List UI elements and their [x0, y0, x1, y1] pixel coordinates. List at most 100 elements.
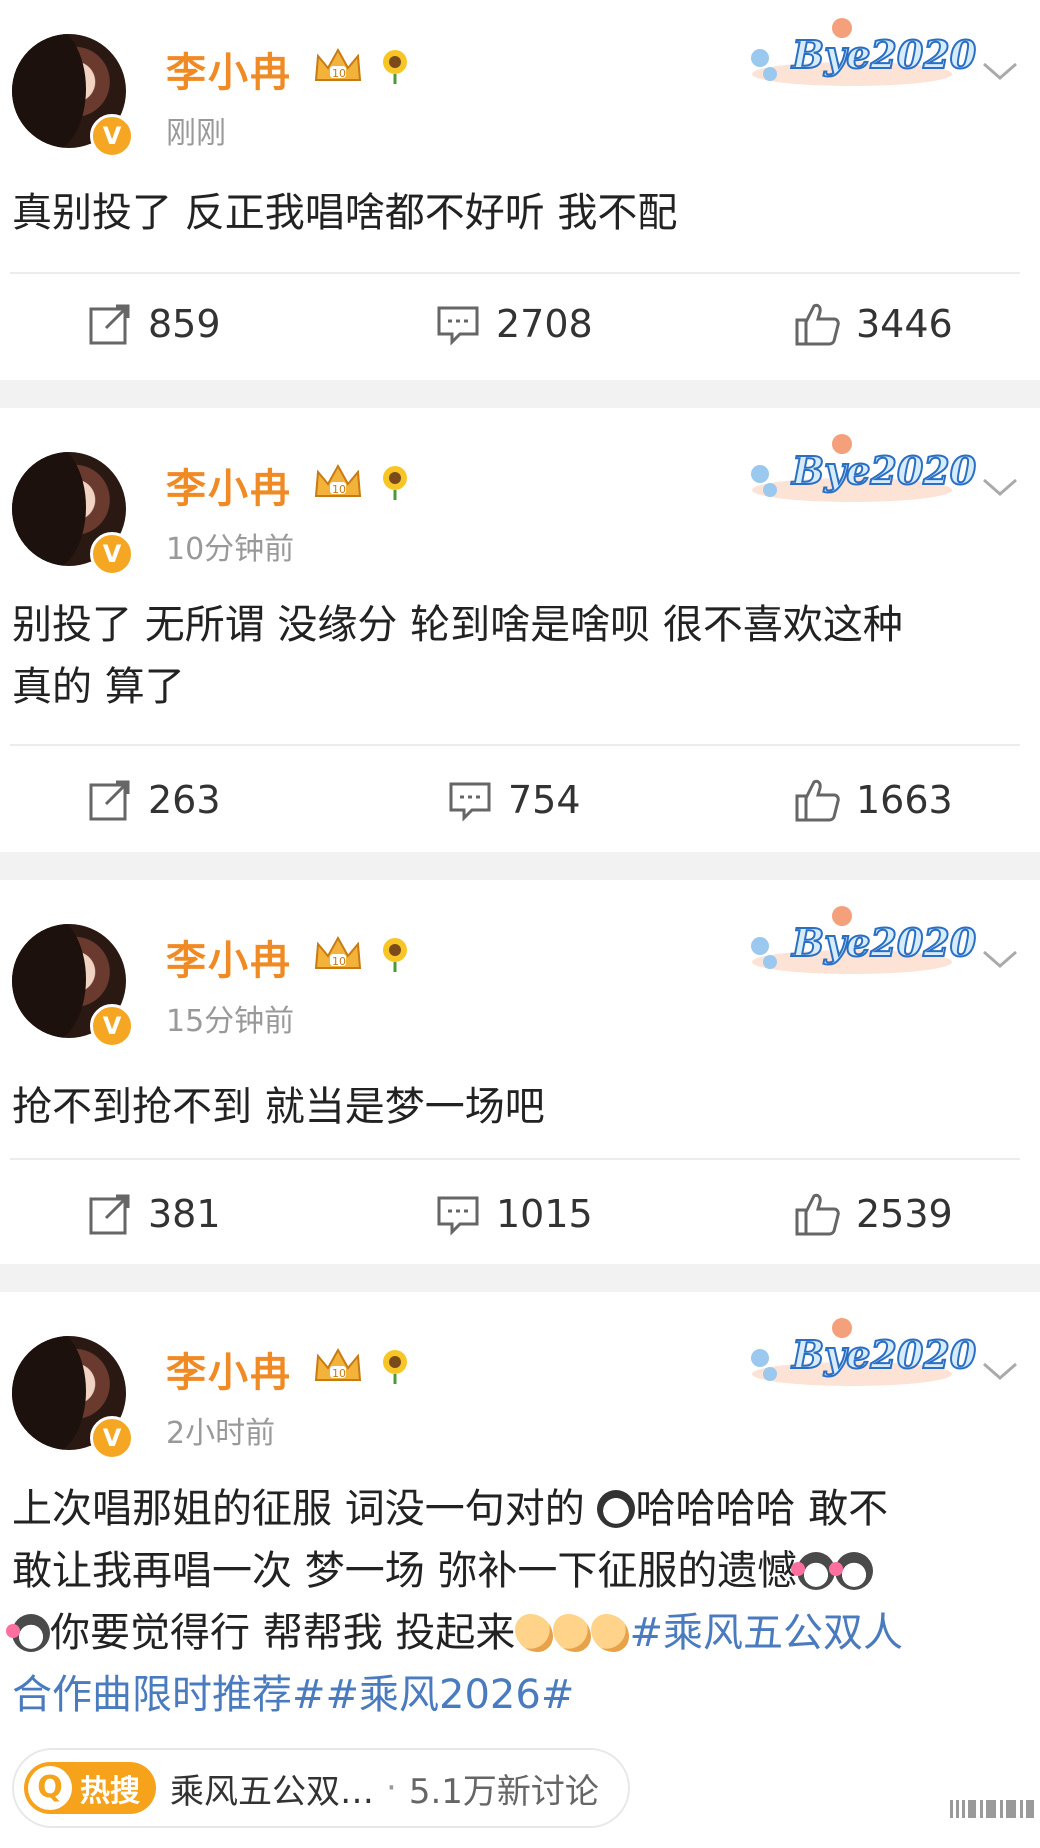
- post-content: 上次唱那姐的征服 词没一句对的 哈哈哈哈 敢不 敢让我再唱一次 梦一场 弥补一下…: [6, 1478, 1022, 1726]
- content-line: 别投了 无所谓 没缘分 轮到啥是啥呗 很不喜欢这种: [12, 602, 903, 648]
- divider: [10, 1158, 1020, 1160]
- content-line: 你要觉得行 帮帮我 投起来 #乘风五公双人: [6, 1602, 1022, 1664]
- watermark-icon: [950, 1800, 1034, 1818]
- cat-heart-emoji-icon: [6, 1614, 50, 1652]
- weibo-post-1: V 李小冉 10 刚刚 Bye2020 真别投了 反正我唱啥都不好听 我不配 8…: [0, 0, 1040, 380]
- sticker-text: Bye2020: [791, 447, 977, 494]
- like-button[interactable]: 1663: [794, 760, 953, 840]
- user-name[interactable]: 李小冉: [166, 1340, 292, 1398]
- chevron-down-icon[interactable]: [980, 944, 1020, 974]
- repost-count: 263: [148, 778, 221, 822]
- post-time: 10分钟前: [166, 532, 295, 567]
- like-count: 2539: [856, 1192, 953, 1236]
- repost-button[interactable]: 263: [88, 760, 221, 840]
- crown-badge-icon: 10: [314, 935, 362, 969]
- hot-search-logo: Q 热搜: [24, 1762, 156, 1814]
- verified-badge-icon: V: [90, 1416, 134, 1460]
- user-name[interactable]: 李小冉: [166, 928, 292, 986]
- chevron-down-icon[interactable]: [980, 1356, 1020, 1386]
- discussion-count: 5.1万新讨论: [408, 1771, 599, 1812]
- hot-search-bar[interactable]: Q 热搜 乘风五公双… · 5.1万新讨论: [12, 1748, 630, 1828]
- comment-button[interactable]: 1015: [436, 1174, 593, 1254]
- svg-text:10: 10: [332, 67, 346, 80]
- bye2020-sticker: Bye2020: [742, 434, 977, 510]
- flexed-arm-emoji-icon: [591, 1614, 630, 1652]
- comment-button[interactable]: 2708: [436, 284, 593, 364]
- like-button[interactable]: 3446: [794, 284, 953, 364]
- content-line: 真的 算了: [12, 664, 185, 710]
- comment-count: 754: [508, 778, 581, 822]
- dog-face-emoji-icon: [597, 1490, 636, 1528]
- post-separator: [0, 852, 1040, 880]
- separator-dot: ·: [386, 1768, 397, 1808]
- sunflower-icon: [383, 466, 407, 500]
- repost-count: 859: [148, 302, 221, 346]
- repost-icon: [89, 304, 130, 345]
- chevron-down-icon[interactable]: [980, 56, 1020, 86]
- like-icon: [795, 303, 840, 346]
- divider: [10, 272, 1020, 274]
- crown-badge-icon: 10: [314, 463, 362, 497]
- repost-button[interactable]: 381: [88, 1174, 221, 1254]
- sticker-text: Bye2020: [791, 31, 977, 78]
- weibo-post-3: V 李小冉 10 15分钟前 Bye2020 抢不到抢不到 就当是梦一场吧 38…: [0, 880, 1040, 1264]
- sunflower-icon: [383, 1350, 407, 1384]
- svg-text:10: 10: [332, 483, 346, 496]
- comment-count: 2708: [496, 302, 593, 346]
- hot-topic-title: 乘风五公双…: [170, 1771, 374, 1812]
- crown-badge-icon: 10: [314, 47, 362, 81]
- svg-text:10: 10: [332, 1367, 346, 1380]
- hashtag-link[interactable]: 合作曲限时推荐##乘风2026#: [12, 1672, 574, 1718]
- content-line: 敢让我再唱一次 梦一场 弥补一下征服的遗憾: [12, 1540, 1022, 1602]
- verified-badge-icon: V: [90, 532, 134, 576]
- comment-icon: [449, 782, 491, 822]
- like-count: 3446: [856, 302, 953, 346]
- flexed-arm-emoji-icon: [553, 1614, 592, 1652]
- repost-count: 381: [148, 1192, 221, 1236]
- content-line: 合作曲限时推荐##乘风2026#: [12, 1664, 1022, 1726]
- bye2020-sticker: Bye2020: [742, 906, 977, 982]
- comment-icon: [437, 306, 479, 346]
- chevron-down-icon[interactable]: [980, 472, 1020, 502]
- post-content: 抢不到抢不到 就当是梦一场吧: [12, 1084, 545, 1130]
- sticker-text: Bye2020: [791, 919, 977, 966]
- search-icon: Q: [28, 1766, 72, 1810]
- sunflower-icon: [383, 50, 407, 84]
- weibo-post-2: V 李小冉 10 10分钟前 Bye2020 别投了 无所谓 没缘分 轮到啥是啥…: [0, 408, 1040, 852]
- post-content: 别投了 无所谓 没缘分 轮到啥是啥呗 很不喜欢这种 真的 算了: [12, 594, 1022, 718]
- comment-count: 1015: [496, 1192, 593, 1236]
- user-name[interactable]: 李小冉: [166, 456, 292, 514]
- cat-heart-emoji-icon: [829, 1552, 874, 1590]
- like-button[interactable]: 2539: [794, 1174, 953, 1254]
- svg-text:10: 10: [332, 955, 346, 968]
- hashtag-link[interactable]: #乘风五公双人: [629, 1610, 903, 1656]
- action-bar: 263 754 1663: [0, 760, 1040, 840]
- post-separator: [0, 1264, 1040, 1292]
- post-time: 2小时前: [166, 1416, 276, 1451]
- user-name[interactable]: 李小冉: [166, 40, 292, 98]
- comment-button[interactable]: 754: [448, 760, 581, 840]
- divider: [10, 744, 1020, 746]
- sticker-text: Bye2020: [791, 1331, 977, 1378]
- like-count: 1663: [856, 778, 953, 822]
- crown-badge-icon: 10: [314, 1347, 362, 1381]
- action-bar: 859 2708 3446: [0, 284, 1040, 364]
- verified-badge-icon: V: [90, 114, 134, 158]
- post-content: 真别投了 反正我唱啥都不好听 我不配: [12, 190, 678, 236]
- post-time: 刚刚: [166, 116, 226, 151]
- like-icon: [795, 779, 840, 822]
- comment-icon: [437, 1196, 479, 1236]
- verified-badge-icon: V: [90, 1004, 134, 1048]
- post-separator: [0, 380, 1040, 408]
- repost-icon: [89, 1194, 130, 1235]
- action-bar: 381 1015 2539: [0, 1174, 1040, 1254]
- like-icon: [795, 1193, 840, 1236]
- post-time: 15分钟前: [166, 1004, 295, 1039]
- flexed-arm-emoji-icon: [515, 1614, 554, 1652]
- bye2020-sticker: Bye2020: [742, 18, 977, 94]
- repost-button[interactable]: 859: [88, 284, 221, 364]
- sunflower-icon: [383, 938, 407, 972]
- content-line: 上次唱那姐的征服 词没一句对的 哈哈哈哈 敢不: [12, 1486, 889, 1532]
- repost-icon: [89, 780, 130, 821]
- bye2020-sticker: Bye2020: [742, 1318, 977, 1394]
